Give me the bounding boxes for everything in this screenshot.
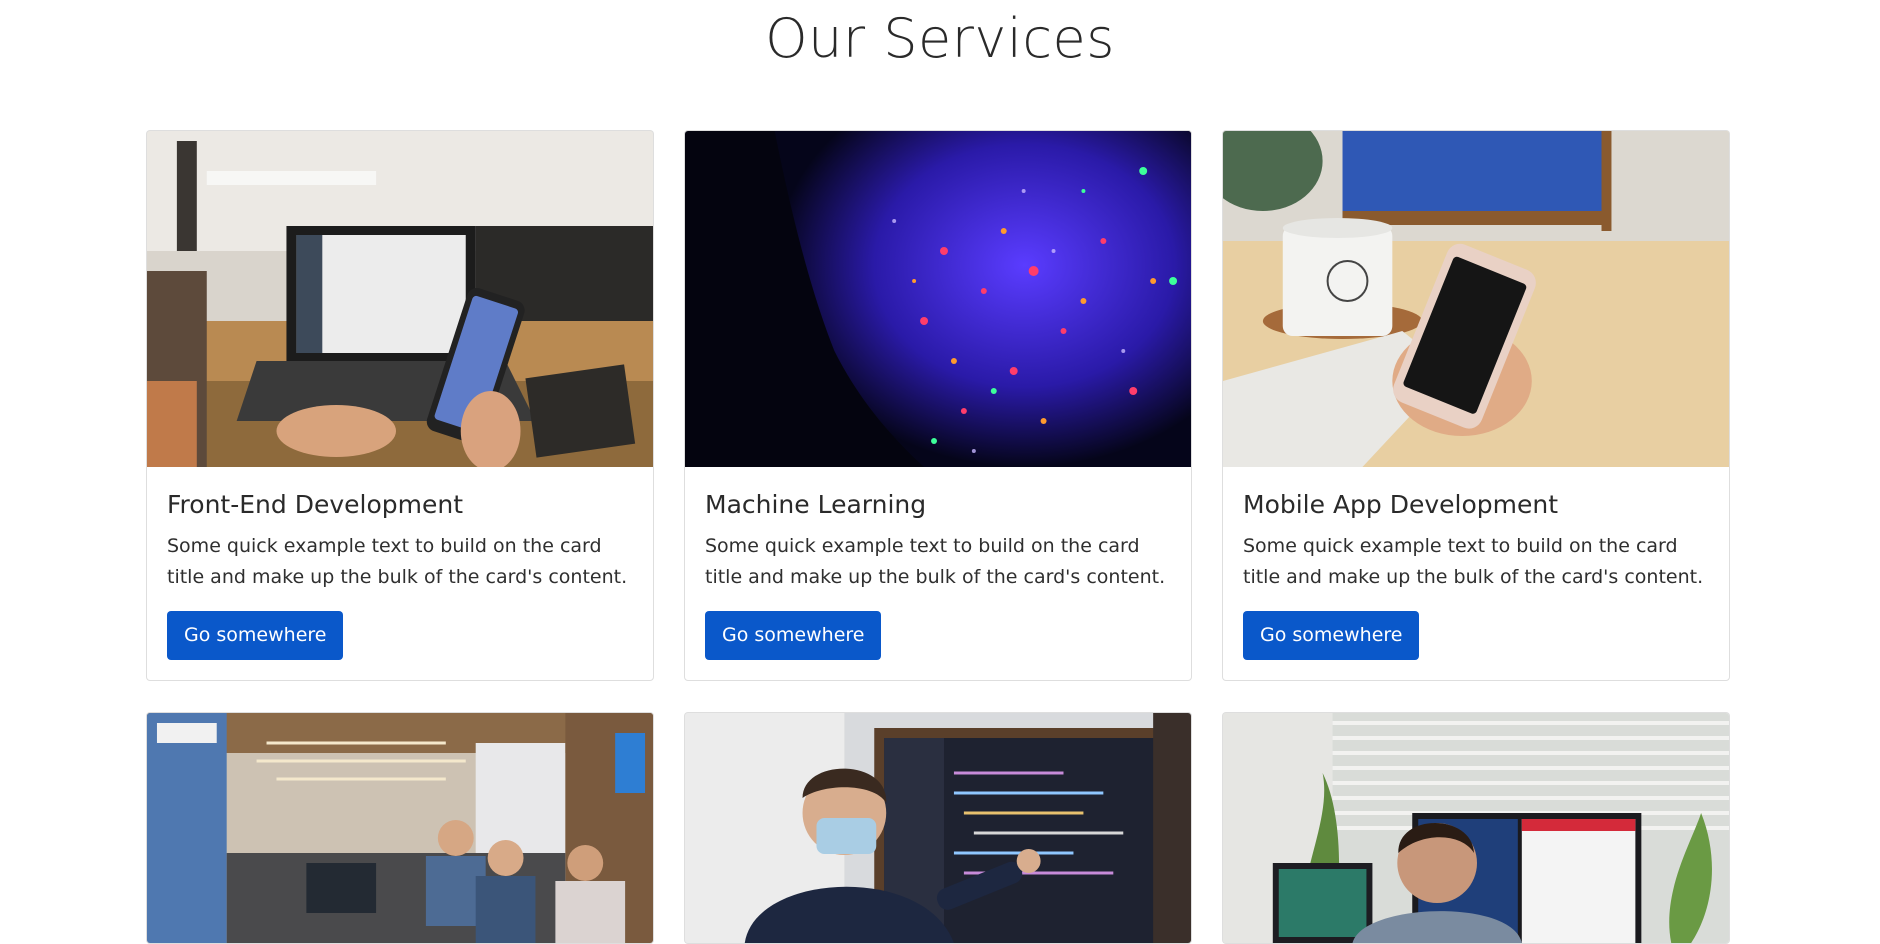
card-image-developer-monitors — [1223, 713, 1729, 943]
card-body: Mobile App Development Some quick exampl… — [1223, 467, 1729, 680]
card-image-neon-face — [685, 131, 1191, 467]
service-card-machine-learning: Machine Learning Some quick example text… — [684, 130, 1192, 681]
service-card-front-end: Front-End Development Some quick example… — [146, 130, 654, 681]
card-text: Some quick example text to build on the … — [1243, 535, 1704, 588]
card-image-hand-phone — [1223, 131, 1729, 467]
card-image-laptop-phone — [147, 131, 653, 467]
card-text: Some quick example text to build on the … — [167, 535, 628, 588]
card-body: Front-End Development Some quick example… — [147, 467, 653, 680]
service-card-6 — [1222, 712, 1730, 944]
service-card-5 — [684, 712, 1192, 944]
card-image-developer-presentation — [685, 713, 1191, 943]
card-title: Mobile App Development — [1243, 490, 1559, 519]
card-title: Machine Learning — [705, 490, 927, 519]
page-title: Our Services — [765, 7, 1115, 70]
go-somewhere-button[interactable]: Go somewhere — [705, 611, 882, 660]
go-somewhere-button[interactable]: Go somewhere — [167, 611, 344, 660]
service-card-mobile-app: Mobile App Development Some quick exampl… — [1222, 130, 1730, 681]
card-text: Some quick example text to build on the … — [705, 535, 1166, 588]
go-somewhere-button[interactable]: Go somewhere — [1243, 611, 1420, 660]
card-body: Machine Learning Some quick example text… — [685, 467, 1191, 680]
card-image-open-office-team — [147, 713, 653, 943]
services-grid: Front-End Development Some quick example… — [146, 130, 1730, 944]
service-card-4 — [146, 712, 654, 944]
card-title: Front-End Development — [167, 490, 464, 519]
